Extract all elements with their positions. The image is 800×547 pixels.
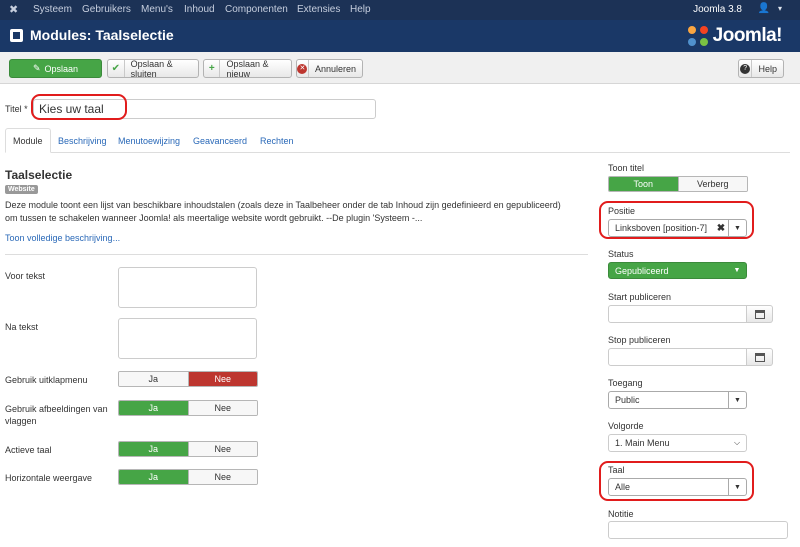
title-highlight [31,94,127,120]
show-title-show-button[interactable]: Toon [609,177,678,191]
cube-icon [10,29,23,42]
toolbar: ✎ Opslaan ✔ Opslaan & sluiten + Opslaan … [0,52,800,84]
status-value: Gepubliceerd [615,265,669,276]
voor-tekst-textarea[interactable] [118,267,257,308]
active-yes-button[interactable]: Ja [119,442,188,456]
status-label: Status [608,249,634,259]
start-label: Start publiceren [608,292,672,302]
chevron-down-icon: ▼ [733,267,741,274]
site-badge: Website [5,185,38,194]
dropdown-toggle: Ja Nee [118,371,258,387]
horizontal-yes-button[interactable]: Ja [119,470,188,484]
save-button[interactable]: ✎ Opslaan [9,59,102,78]
stop-input[interactable] [608,348,747,366]
flags-no-button[interactable]: Nee [187,401,257,415]
page-header: Modules: Taalselectie Joomla! [0,20,800,52]
active-no-button[interactable]: Nee [187,442,257,456]
order-label: Volgorde [608,421,644,431]
title-label: Titel * [5,104,28,114]
menu-menus[interactable]: Menu's [141,4,173,15]
calendar-button[interactable] [747,348,773,366]
cancel-icon: ✕ [297,60,309,77]
divider [5,254,588,255]
flags-toggle: Ja Nee [118,400,258,416]
menu-inhoud[interactable]: Inhoud [184,4,215,15]
save-icon: ✎ [32,63,41,73]
menu-systeem[interactable]: Systeem [33,4,72,15]
position-highlight [599,201,754,239]
active-toggle: Ja Nee [118,441,258,457]
save-close-button[interactable]: ✔ Opslaan & sluiten [107,59,199,79]
access-select[interactable]: Public ▼ [608,391,747,409]
dropdown-label: Gebruik uitklapmenu [5,375,88,385]
horizontal-toggle: Ja Nee [118,469,258,485]
show-title-toggle: Toon Verberg [608,176,748,192]
calendar-button[interactable] [747,305,773,323]
top-menu-bar: ✖ Systeem Gebruikers Menu's Inhoud Compo… [0,0,800,20]
order-value: 1. Main Menu [615,438,670,448]
order-select[interactable]: 1. Main Menu ⌵ [608,434,747,452]
cancel-button[interactable]: ✕ Annuleren [296,59,363,78]
tab-geavanceerd[interactable]: Geavanceerd [186,128,254,153]
chevron-down-icon[interactable]: ▾ [778,4,782,13]
question-icon: ? [739,60,753,77]
show-description-link[interactable]: Toon volledige beschrijving... [5,233,120,243]
calendar-icon [754,309,765,319]
voor-tekst-label: Voor tekst [5,271,46,281]
joomla-logo-icon [687,26,708,46]
module-name: Taalselectie [5,168,73,182]
na-tekst-label: Na tekst [5,322,39,332]
note-input[interactable] [608,521,788,539]
tab-beschrijving[interactable]: Beschrijving [51,128,114,153]
help-button[interactable]: ? Help [738,59,784,78]
flags-label: Gebruik afbeeldingen van vlaggen [5,404,108,426]
horizontal-label: Horizontale weergave [5,473,93,483]
version-link[interactable]: Joomla 3.8 [693,4,742,15]
show-title-label: Toon titel [608,163,645,173]
flags-yes-button[interactable]: Ja [119,401,188,415]
joomla-logo: Joomla! [686,23,783,49]
calendar-icon [754,352,765,362]
menu-extensies[interactable]: Extensies [297,4,340,15]
chevron-down-icon: ▼ [728,392,746,408]
page-title: Modules: Taalselectie [30,27,174,43]
menu-componenten[interactable]: Componenten [225,4,288,15]
access-value: Public [615,395,640,405]
menu-gebruikers[interactable]: Gebruikers [82,4,131,15]
dropdown-yes-button[interactable]: Ja [119,372,188,386]
save-new-button[interactable]: + Opslaan & nieuw [203,59,292,79]
dropdown-no-button[interactable]: Nee [187,372,257,386]
menu-help[interactable]: Help [350,4,371,15]
tab-bar: Module Beschrijving Menutoewijzing Geava… [5,128,790,153]
language-highlight [599,461,754,501]
status-select[interactable]: Gepubliceerd ▼ [608,262,747,279]
access-label: Toegang [608,378,643,388]
plus-icon: + [204,60,221,77]
joomla-menu-icon[interactable]: ✖ [9,3,18,16]
module-description: Deze module toont een lijst van beschikb… [5,200,561,223]
check-icon: ✔ [108,60,125,77]
stop-label: Stop publiceren [608,335,671,345]
active-label: Actieve taal [5,445,52,455]
user-icon[interactable]: 👤 [758,3,770,14]
na-tekst-textarea[interactable] [118,318,257,359]
show-title-hide-button[interactable]: Verberg [677,177,747,191]
chevron-down-icon: ⌵ [733,438,741,447]
start-input[interactable] [608,305,747,323]
tab-module[interactable]: Module [5,128,51,153]
tab-menutoewijzing[interactable]: Menutoewijzing [111,128,187,153]
horizontal-no-button[interactable]: Nee [187,470,257,484]
tab-rechten[interactable]: Rechten [253,128,301,153]
logo-text: Joomla! [712,25,783,46]
note-label: Notitie [608,509,634,519]
